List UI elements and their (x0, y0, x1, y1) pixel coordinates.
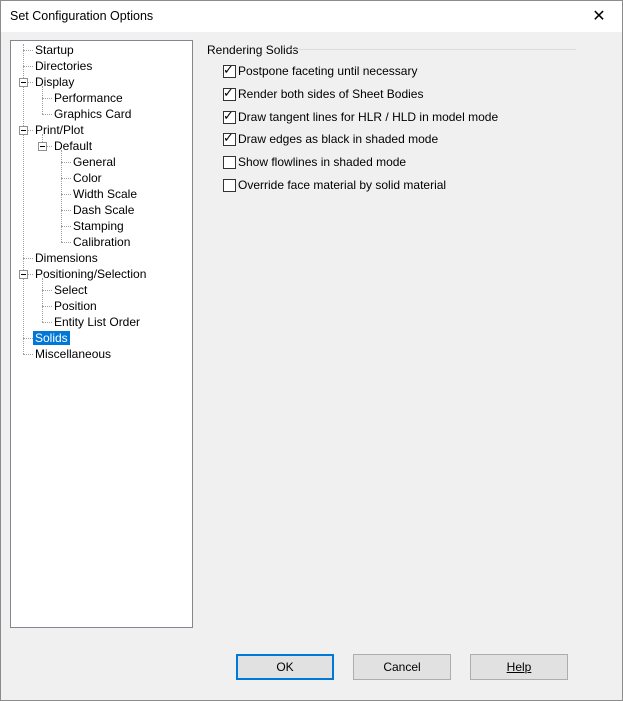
checkmark-icon: ✓ (223, 85, 234, 100)
tree-item-label: Color (73, 171, 102, 185)
tree-item[interactable]: Position (52, 298, 99, 314)
close-icon[interactable]: ✕ (576, 1, 622, 32)
tree-connector (61, 178, 71, 179)
tree-connector (61, 242, 71, 243)
tree-item[interactable]: Performance (52, 90, 125, 106)
options-tree[interactable]: Startup Directories Display Performance Grap… (10, 40, 193, 628)
tree-item[interactable]: Directories (33, 58, 94, 74)
checkbox-unchecked[interactable] (223, 156, 236, 169)
checkbox-checked[interactable]: ✓ (223, 62, 236, 78)
tree-collapse-icon[interactable] (38, 142, 47, 151)
tree-item[interactable]: Dimensions (33, 250, 100, 266)
ok-button[interactable]: OK (236, 654, 334, 680)
tree-item[interactable]: Width Scale (71, 186, 139, 202)
tree-connector (42, 322, 52, 323)
tree-item-label: Graphics Card (54, 107, 132, 121)
tree-item[interactable]: Solids (33, 330, 70, 346)
tree-item[interactable]: Display (33, 74, 76, 90)
tree-connector (61, 194, 71, 195)
tree-connector (42, 86, 43, 114)
tree-item-label: Dash Scale (73, 203, 135, 217)
tree-connector (42, 114, 52, 115)
tree-item-label: Print/Plot (35, 123, 84, 137)
tree-item-label: Stamping (73, 219, 124, 233)
tree-connector (42, 98, 52, 99)
tree-connector (23, 354, 33, 355)
help-button[interactable]: Help (470, 654, 568, 680)
tree-item-label: Default (54, 139, 93, 153)
tree-connector (61, 162, 71, 163)
option-label: Draw tangent lines for HLR / HLD in mode… (238, 110, 499, 124)
tree-item-label: Dimensions (35, 251, 98, 265)
tree-item[interactable]: Calibration (71, 234, 132, 250)
title-bar: Set Configuration Options ✕ (1, 1, 622, 32)
tree-connector (61, 210, 71, 211)
tree-item[interactable]: Print/Plot (33, 122, 86, 138)
tree-item[interactable]: General (71, 154, 118, 170)
tree-item[interactable]: Color (71, 170, 104, 186)
tree-connector (42, 278, 43, 322)
checkbox-checked[interactable]: ✓ (223, 108, 236, 124)
tree-item-label: Positioning/Selection (35, 267, 147, 281)
tree-item[interactable]: Select (52, 282, 89, 298)
checkbox-unchecked[interactable] (223, 179, 236, 192)
checkbox-checked[interactable]: ✓ (223, 85, 236, 101)
tree-item-label: Position (54, 299, 97, 313)
tree-item-label: Entity List Order (54, 315, 141, 329)
tree-item[interactable]: Positioning/Selection (33, 266, 148, 282)
tree-item-label: Display (35, 75, 75, 89)
tree-collapse-icon[interactable] (19, 126, 28, 135)
group-title: Rendering Solids (207, 43, 299, 57)
tree-connector (23, 44, 24, 354)
tree-item-label: Solids (33, 331, 70, 345)
option-label: Postpone faceting until necessary (238, 64, 418, 78)
tree-item-label: Select (54, 283, 88, 297)
dialog-window: Set Configuration Options ✕ Startup Direc… (0, 0, 623, 701)
tree-connector (61, 150, 62, 242)
tree-item[interactable]: Startup (33, 42, 76, 58)
checkmark-icon: ✓ (223, 62, 234, 77)
tree-item-label: Performance (54, 91, 123, 105)
checkmark-icon: ✓ (223, 108, 234, 123)
tree-item-label: Directories (35, 59, 93, 73)
tree-item[interactable]: Miscellaneous (33, 346, 113, 362)
tree-item[interactable]: Stamping (71, 218, 126, 234)
tree-connector (23, 258, 33, 259)
tree-item[interactable]: Dash Scale (71, 202, 136, 218)
tree-item-label: Startup (35, 43, 74, 57)
tree-item-label: Width Scale (73, 187, 138, 201)
tree-item-label: General (73, 155, 116, 169)
tree-connector (61, 226, 71, 227)
tree-connector (23, 50, 33, 51)
tree-item[interactable]: Entity List Order (52, 314, 142, 330)
group-divider (290, 49, 576, 50)
option-label: Render both sides of Sheet Bodies (238, 87, 424, 101)
cancel-button[interactable]: Cancel (353, 654, 451, 680)
window-title: Set Configuration Options (10, 9, 154, 23)
checkmark-icon: ✓ (223, 130, 234, 145)
tree-connector (23, 66, 33, 67)
tree-item-label: Calibration (73, 235, 131, 249)
option-label: Override face material by solid material (238, 178, 447, 192)
checkbox-checked[interactable]: ✓ (223, 130, 236, 146)
tree-connector (23, 338, 33, 339)
tree-connector (42, 306, 52, 307)
tree-collapse-icon[interactable] (19, 270, 28, 279)
tree-item-label: Miscellaneous (35, 347, 112, 361)
option-label: Draw edges as black in shaded mode (238, 132, 439, 146)
tree-item[interactable]: Graphics Card (52, 106, 133, 122)
tree-collapse-icon[interactable] (19, 78, 28, 87)
option-label: Show flowlines in shaded mode (238, 155, 407, 169)
tree-item[interactable]: Default (52, 138, 94, 154)
tree-connector (42, 290, 52, 291)
